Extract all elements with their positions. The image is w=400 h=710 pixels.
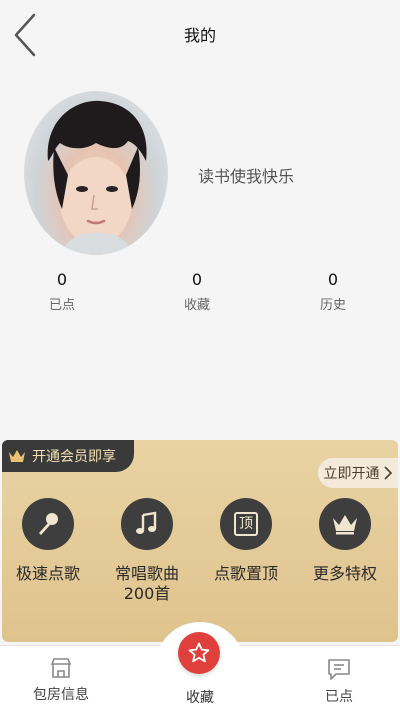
microphone-icon bbox=[22, 498, 74, 550]
perk-more-privileges[interactable]: 更多特权 bbox=[300, 498, 390, 584]
tab-label: 已点 bbox=[325, 689, 353, 705]
perk-pin-top[interactable]: 顶 点歌置顶 bbox=[201, 498, 291, 584]
perk-frequent-songs[interactable]: 常唱歌曲 200首 bbox=[102, 498, 192, 604]
star-icon bbox=[188, 642, 210, 663]
stat-history[interactable]: 0 历史 bbox=[293, 270, 373, 313]
stat-value: 0 bbox=[191, 270, 203, 289]
stat-value: 0 bbox=[327, 270, 339, 289]
stat-label: 已点 bbox=[48, 298, 75, 313]
stat-label: 历史 bbox=[319, 298, 346, 313]
chevron-right-icon bbox=[383, 466, 392, 480]
page-title: 我的 bbox=[183, 26, 216, 45]
stat-ordered[interactable]: 0 已点 bbox=[22, 270, 102, 313]
perk-label: 常唱歌曲 200首 bbox=[114, 564, 179, 603]
music-note-icon bbox=[121, 498, 173, 550]
perk-label: 更多特权 bbox=[312, 564, 377, 583]
perk-label: 极速点歌 bbox=[15, 564, 80, 583]
avatar-image bbox=[47, 100, 147, 255]
tab-label: 包房信息 bbox=[33, 687, 89, 703]
perk-label: 点歌置顶 bbox=[213, 564, 278, 583]
store-icon bbox=[50, 658, 72, 678]
vip-card: 开通会员即享 立即开通 极速点歌 常唱歌曲 200首 顶 点歌置顶 更多特权 bbox=[2, 440, 398, 642]
stat-value: 0 bbox=[56, 270, 68, 289]
open-vip-label: 立即开通 bbox=[323, 466, 380, 482]
message-icon bbox=[328, 659, 350, 680]
vip-banner-label: 开通会员即享 bbox=[32, 449, 116, 465]
header: 我的 bbox=[0, 0, 400, 70]
vip-banner: 开通会员即享 bbox=[2, 440, 134, 472]
stat-favorites[interactable]: 0 收藏 bbox=[157, 270, 237, 313]
tab-favorites[interactable] bbox=[178, 632, 220, 674]
tab-ordered[interactable]: 已点 bbox=[284, 646, 394, 710]
crown-icon bbox=[319, 498, 371, 550]
avatar[interactable] bbox=[24, 91, 168, 255]
tab-favorites-label: 收藏 bbox=[186, 690, 214, 706]
crown-icon bbox=[9, 450, 25, 462]
nickname: 读书使我快乐 bbox=[198, 167, 295, 186]
pin-top-icon: 顶 bbox=[220, 498, 272, 550]
tab-room-info[interactable]: 包房信息 bbox=[6, 646, 116, 710]
open-vip-button[interactable]: 立即开通 bbox=[318, 458, 398, 488]
pin-top-glyph: 顶 bbox=[234, 512, 258, 536]
perk-fast-request[interactable]: 极速点歌 bbox=[3, 498, 93, 584]
stat-label: 收藏 bbox=[183, 298, 210, 313]
